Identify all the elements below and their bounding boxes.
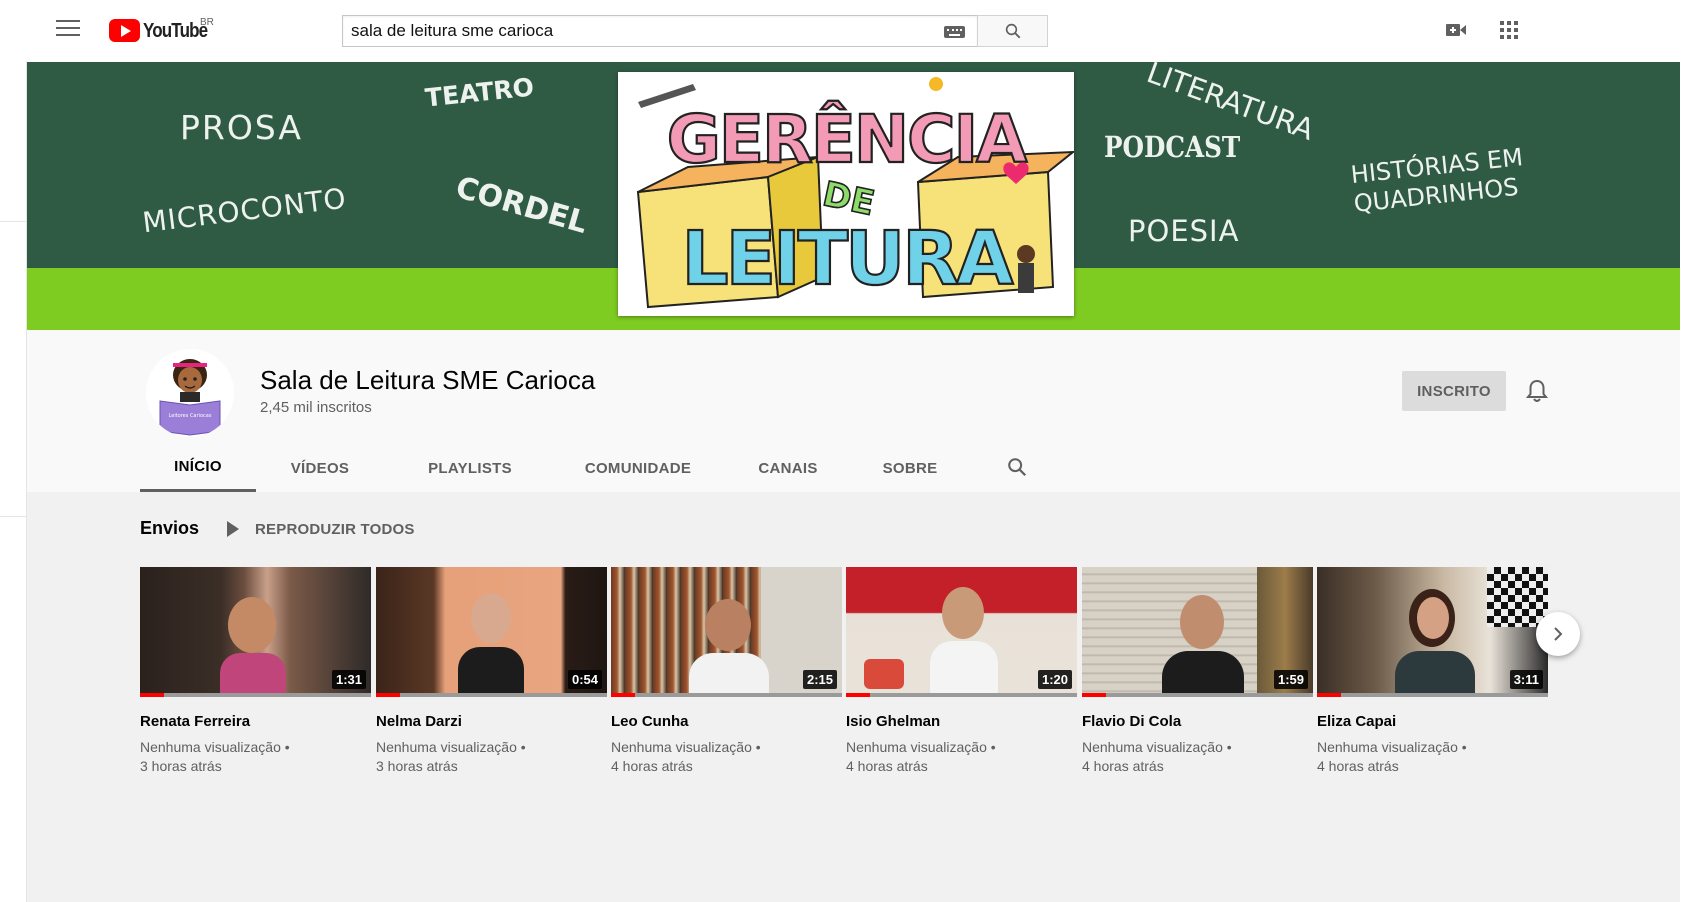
avatar-text: Leitores Cariocas (169, 413, 212, 419)
video-title[interactable]: Flavio Di Cola (1082, 713, 1313, 730)
video-age: 3 horas atrás (140, 758, 222, 774)
channel-banner: PROSA TEATRO MICROCONTO CORDEL LITERATUR… (27, 62, 1680, 330)
video-duration: 0:54 (567, 670, 602, 689)
video-card[interactable]: 1:59 Flavio Di Cola Nenhuma visualização… (1082, 567, 1313, 776)
video-age: 4 horas atrás (1082, 758, 1164, 774)
logo-text: YouTube (143, 20, 208, 42)
tab-inicio[interactable]: INÍCIO (140, 444, 256, 492)
shelf-next-button[interactable] (1536, 612, 1580, 656)
video-card[interactable]: 3:11 Eliza Capai Nenhuma visualização • … (1317, 567, 1548, 776)
search-button[interactable] (977, 15, 1048, 47)
video-title[interactable]: Renata Ferreira (140, 713, 371, 730)
video-views: Nenhuma visualização • (376, 739, 526, 755)
youtube-play-icon (109, 19, 140, 42)
video-age: 4 horas atrás (1317, 758, 1399, 774)
video-title[interactable]: Isio Ghelman (846, 713, 1077, 730)
video-title[interactable]: Eliza Capai (1317, 713, 1548, 730)
search-bar (342, 15, 1048, 47)
play-all-label: REPRODUZIR TODOS (255, 520, 415, 538)
video-age: 4 horas atrás (611, 758, 693, 774)
video-meta: Nenhuma visualização • 3 horas atrás (376, 738, 607, 776)
video-meta: Nenhuma visualização • 3 horas atrás (140, 738, 371, 776)
keyboard-icon[interactable] (944, 26, 965, 38)
video-card[interactable]: 1:20 Isio Ghelman Nenhuma visualização •… (846, 567, 1077, 776)
tab-canais[interactable]: CANAIS (738, 444, 838, 492)
video-views: Nenhuma visualização • (1317, 739, 1467, 755)
video-card[interactable]: 1:31 Renata Ferreira Nenhuma visualizaçã… (140, 567, 371, 776)
art-title-line-3: LEITURA (681, 216, 1013, 302)
tab-videos[interactable]: VÍDEOS (262, 444, 378, 492)
watch-progress (1082, 693, 1313, 697)
apps-icon[interactable] (1500, 21, 1518, 39)
watch-progress (376, 693, 607, 697)
search-input[interactable] (351, 21, 931, 41)
video-age: 3 horas atrás (376, 758, 458, 774)
subscriber-count: 2,45 mil inscritos (260, 399, 372, 416)
subscribed-button[interactable]: INSCRITO (1402, 371, 1506, 411)
tab-playlists[interactable]: PLAYLISTS (402, 444, 538, 492)
chevron-right-icon (1554, 627, 1563, 641)
channel-name: Sala de Leitura SME Carioca (260, 365, 596, 395)
top-bar: YouTube BR (0, 0, 1683, 61)
youtube-logo[interactable]: YouTube BR (109, 17, 219, 43)
watch-progress (611, 693, 842, 697)
video-duration: 1:31 (331, 670, 366, 689)
uploads-title[interactable]: Envios (140, 518, 199, 539)
video-views: Nenhuma visualização • (1082, 739, 1232, 755)
art-title-line-1: GERÊNCIA (667, 100, 1027, 178)
video-meta: Nenhuma visualização • 4 horas atrás (611, 738, 842, 776)
watch-progress (1317, 693, 1548, 697)
play-icon (227, 521, 239, 537)
notification-bell-icon[interactable] (1526, 379, 1548, 403)
video-title[interactable]: Nelma Darzi (376, 713, 607, 730)
video-title[interactable]: Leo Cunha (611, 713, 842, 730)
banner-word-podcast: PODCAST (1104, 130, 1241, 164)
video-meta: Nenhuma visualização • 4 horas atrás (846, 738, 1077, 776)
country-code: BR (200, 17, 214, 28)
video-views: Nenhuma visualização • (846, 739, 996, 755)
tab-comunidade[interactable]: COMUNIDADE (560, 444, 716, 492)
menu-icon[interactable] (56, 20, 80, 40)
channel-avatar[interactable]: Leitores Cariocas (146, 349, 234, 437)
video-card[interactable]: 0:54 Nelma Darzi Nenhuma visualização • … (376, 567, 607, 776)
banner-artwork: GERÊNCIA DE LEITURA (618, 72, 1077, 316)
channel-search-icon[interactable] (1006, 456, 1028, 478)
banner-word-prosa: PROSA (180, 108, 303, 147)
video-duration: 1:59 (1273, 670, 1308, 689)
watch-progress (846, 693, 1077, 697)
watch-progress (140, 693, 371, 697)
video-meta: Nenhuma visualização • 4 horas atrás (1082, 738, 1313, 776)
video-thumbnail[interactable]: 1:20 (846, 567, 1077, 697)
video-duration: 2:15 (802, 670, 837, 689)
banner-word-poesia: POESIA (1128, 214, 1240, 248)
banner-artwork-drawing: GERÊNCIA DE LEITURA (618, 72, 1077, 316)
search-box (342, 15, 977, 47)
video-thumbnail[interactable]: 1:59 (1082, 567, 1313, 697)
video-views: Nenhuma visualização • (611, 739, 761, 755)
video-thumbnail[interactable]: 2:15 (611, 567, 842, 697)
video-duration: 3:11 (1509, 670, 1543, 689)
create-video-icon[interactable] (1446, 22, 1466, 38)
video-thumbnail[interactable]: 3:11 (1317, 567, 1548, 697)
tab-sobre[interactable]: SOBRE (862, 444, 958, 492)
video-age: 4 horas atrás (846, 758, 928, 774)
play-all-button[interactable]: REPRODUZIR TODOS (227, 518, 415, 540)
video-card[interactable]: 2:15 Leo Cunha Nenhuma visualização • 4 … (611, 567, 842, 776)
video-thumbnail[interactable]: 1:31 (140, 567, 371, 697)
avatar-drawing: Leitores Cariocas (146, 349, 234, 437)
video-duration: 1:20 (1037, 670, 1072, 689)
video-thumbnail[interactable]: 0:54 (376, 567, 607, 697)
search-icon (1005, 23, 1020, 39)
video-meta: Nenhuma visualização • 4 horas atrás (1317, 738, 1548, 776)
video-views: Nenhuma visualização • (140, 739, 290, 755)
left-guide-strip (0, 61, 27, 902)
